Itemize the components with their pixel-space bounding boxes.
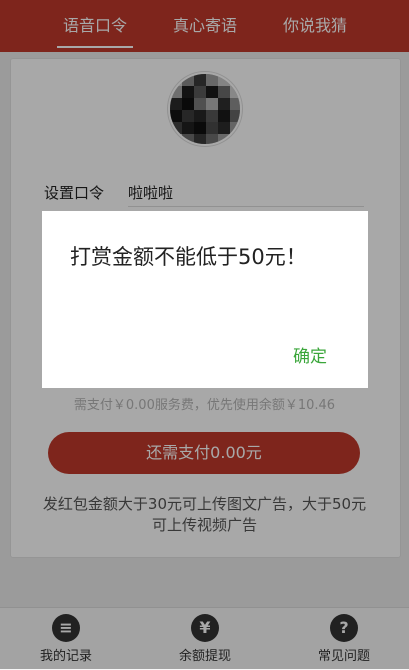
alert-dialog: 打赏金额不能低于50元！ 确定 <box>42 211 368 388</box>
dialog-confirm-button[interactable]: 确定 <box>293 342 327 367</box>
dialog-message: 打赏金额不能低于50元！ <box>70 245 307 269</box>
